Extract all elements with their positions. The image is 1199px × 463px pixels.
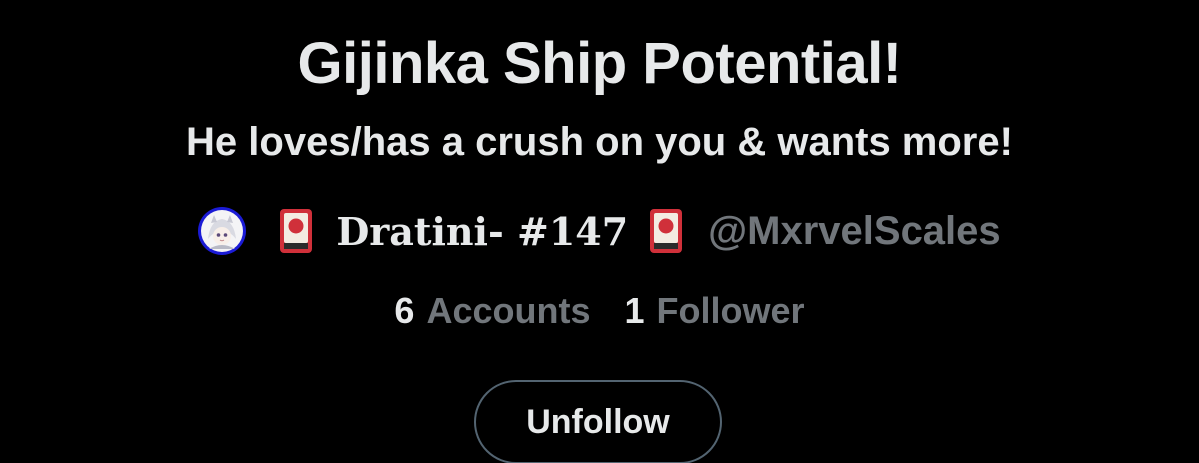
user-handle[interactable]: @MxrvelScales	[708, 209, 1001, 254]
accounts-stat[interactable]: 6 Accounts	[394, 290, 600, 331]
followers-label: Follower	[656, 290, 805, 331]
profile-stats: 6 Accounts 1 Follower	[0, 288, 1199, 334]
anime-avatar-icon	[201, 210, 244, 252]
accounts-label: Accounts	[426, 290, 591, 331]
profile-header: Gijinka Ship Potential! He loves/has a c…	[0, 0, 1199, 463]
hanafuda-card-icon	[648, 207, 684, 255]
profile-identity-row: Dratini- #147 @MxrvelScales	[0, 200, 1199, 262]
profile-bio: He loves/has a crush on you & wants more…	[186, 120, 1013, 164]
display-name[interactable]: Dratini- #147	[336, 209, 628, 254]
hanafuda-card-icon	[278, 207, 314, 255]
avatar[interactable]	[198, 207, 247, 255]
followers-stat[interactable]: 1 Follower	[615, 290, 805, 331]
unfollow-button[interactable]: Unfollow	[474, 380, 722, 463]
accounts-count: 6	[394, 290, 415, 331]
page-title: Gijinka Ship Potential!	[297, 31, 902, 96]
followers-count: 1	[624, 290, 645, 331]
